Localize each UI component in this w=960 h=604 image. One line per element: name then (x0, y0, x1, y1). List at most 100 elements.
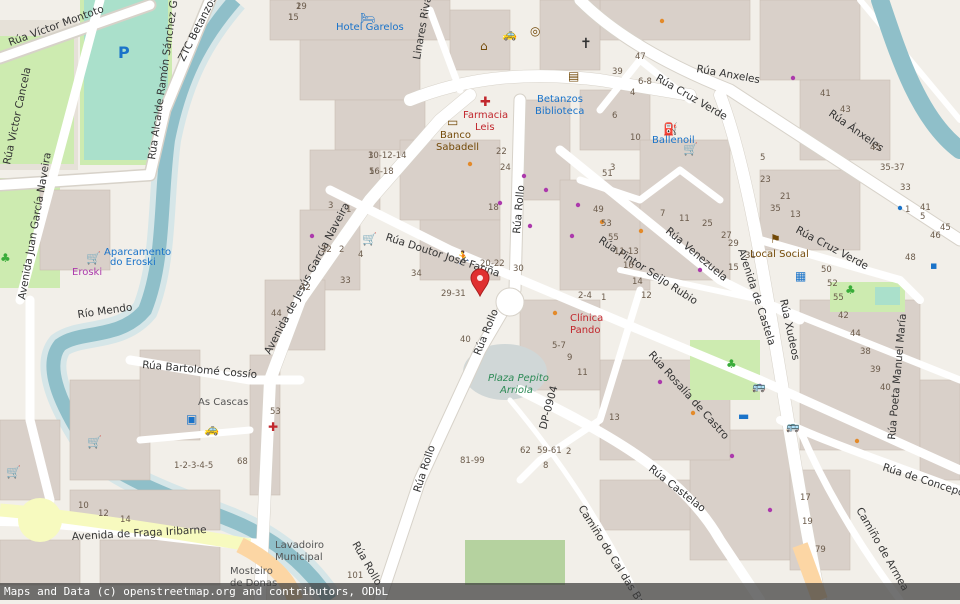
house-number: 40 (880, 383, 891, 393)
shop-far-west-icon[interactable]: 🛒 (6, 465, 21, 479)
house-number: 12 (98, 509, 109, 519)
info-board-icon[interactable]: ▦ (795, 269, 806, 283)
church-icon[interactable]: ✝ (580, 36, 592, 52)
house-number: 5-7 (552, 341, 566, 351)
house-number: 5 (920, 212, 925, 222)
aparcamiento-line-2: do Eroski (110, 257, 156, 268)
house-number: 2 (339, 245, 344, 255)
house-number: 42 (300, 283, 311, 293)
fuel-icon[interactable]: ⛽ (663, 122, 678, 136)
house-number: 45 (940, 223, 951, 233)
house-number: 43 (840, 105, 851, 115)
house-number: 25 (702, 219, 713, 229)
house-number: 19 (802, 517, 813, 527)
bus-stop-icon[interactable]: 🚌 (752, 380, 766, 393)
place-betanzos-biblioteca[interactable]: BetanzosBiblioteca (535, 94, 584, 117)
plaza-line-2: Arriola (499, 385, 533, 396)
townhall-icon[interactable]: ⌂ (480, 39, 488, 53)
pharmacy-icon[interactable]: ✚ (480, 95, 491, 110)
bus-stop-far-east-icon[interactable]: ▪ (930, 259, 937, 272)
theatre-icon[interactable]: ◎ (530, 24, 540, 38)
house-number: 21 (780, 192, 791, 202)
bank-icon[interactable]: ▭ (447, 115, 458, 129)
map-canvas[interactable]: P 🛏 ✚ ▭ ▤ ⛽ 🛒 ✝ ⌂ 🚕 ◎ ⚑ ▦ ♣ ♣ 🚌 ▬ 🚌 🏃 🛒 … (0, 0, 960, 600)
house-number: 42 (838, 311, 849, 321)
house-number: 13 (609, 413, 620, 423)
house-number: 51 (602, 169, 613, 179)
house-number: 44 (271, 309, 282, 319)
house-number: 1 (905, 205, 910, 215)
plaza-line-1: Plaza Pepito (488, 373, 549, 384)
house-number: 11-13 (614, 247, 639, 257)
house-number: 48 (905, 253, 916, 263)
house-number: 41 (820, 89, 831, 99)
house-number: 29-31 (441, 289, 466, 299)
house-number: 12 (641, 291, 652, 301)
house-number: 2-4 (578, 291, 592, 301)
house-number: 101 (347, 571, 363, 581)
place-eroski[interactable]: Eroski (72, 267, 102, 278)
house-number: 59-61 (537, 446, 562, 456)
lavadoiro-line-1: Lavadoiro (275, 540, 324, 551)
house-number: 79 (815, 545, 826, 555)
house-number: 68 (237, 457, 248, 467)
pharmacy-south-icon[interactable]: ✚ (268, 420, 278, 434)
house-number: 1 (288, 13, 293, 23)
biblioteca-line-1: Betanzos (537, 94, 583, 105)
house-number: 15 (728, 263, 739, 273)
roundabout-west (18, 498, 62, 542)
banco-line-2: Sabadell (436, 142, 479, 153)
eroski-shop-icon[interactable]: 🛒 (86, 251, 101, 265)
clinica-line-2: Pando (570, 325, 601, 336)
house-number: 10 (78, 501, 89, 511)
house-number: 49 (593, 205, 604, 215)
place-hotel-garelos[interactable]: Hotel Garelos (336, 22, 404, 33)
toilets-icon[interactable]: ▣ (186, 412, 197, 426)
taxi-icon[interactable]: 🚕 (502, 27, 517, 41)
lavadoiro-line-2: Municipal (275, 552, 323, 563)
house-number: 4 (630, 88, 635, 98)
house-number: 50 (821, 265, 832, 275)
house-number: 41 (920, 203, 931, 213)
house-number: 22 (496, 147, 507, 157)
house-number: 1 (346, 205, 351, 215)
house-number: 35-37 (880, 163, 905, 173)
house-number: 33 (340, 276, 351, 286)
place-ballenoil[interactable]: Ballenoil (652, 135, 695, 146)
house-number: 52 (827, 279, 838, 289)
house-number: 55 (608, 233, 619, 243)
playground-rosalia-icon[interactable]: ♣ (726, 357, 737, 371)
house-number: 17 (800, 493, 811, 503)
house-number: 10 (630, 133, 641, 143)
place-lavadoiro[interactable]: LavadoiroMunicipal (275, 540, 324, 563)
playground-icon[interactable]: ♣ (845, 283, 856, 297)
house-number: 32 (321, 245, 332, 255)
place-local-social[interactable]: Local Social (750, 249, 809, 260)
house-number: 53 (601, 219, 612, 229)
library-icon[interactable]: ▤ (568, 69, 579, 83)
house-number: 34 (411, 269, 422, 279)
house-number: 39 (612, 67, 623, 77)
house-number: 6 (612, 111, 617, 121)
house-number: 5 (369, 167, 374, 177)
place-as-cascas[interactable]: As Cascas (198, 397, 248, 408)
map-svg[interactable]: P 🛏 ✚ ▭ ▤ ⛽ 🛒 ✝ ⌂ 🚕 ◎ ⚑ ▦ ♣ ♣ 🚌 ▬ 🚌 🏃 🛒 … (0, 0, 960, 600)
bench-icon[interactable]: ▬ (738, 409, 749, 423)
house-number: 9 (567, 353, 572, 363)
house-number: 13 (790, 210, 801, 220)
house-number: 31 (745, 251, 756, 261)
shop-doutor-icon[interactable]: 🛒 (362, 232, 377, 246)
house-number: 18 (488, 203, 499, 213)
house-number: 11 (577, 368, 588, 378)
house-number: 55 (833, 293, 844, 303)
house-number: 8 (543, 461, 548, 471)
map-attribution: Maps and Data (c) openstreetmap.org and … (0, 583, 960, 600)
community-icon[interactable]: ⚑ (770, 232, 781, 246)
house-number: 29 (728, 239, 739, 249)
taxi-cascas-icon[interactable]: 🚕 (204, 422, 219, 436)
house-number: 7 (660, 209, 665, 219)
shop-west-icon[interactable]: 🛒 (87, 435, 102, 449)
bus-stop-east-icon[interactable]: 🚌 (786, 420, 800, 433)
playground-west-icon[interactable]: ♣ (0, 251, 11, 265)
house-number: 44 (850, 329, 861, 339)
